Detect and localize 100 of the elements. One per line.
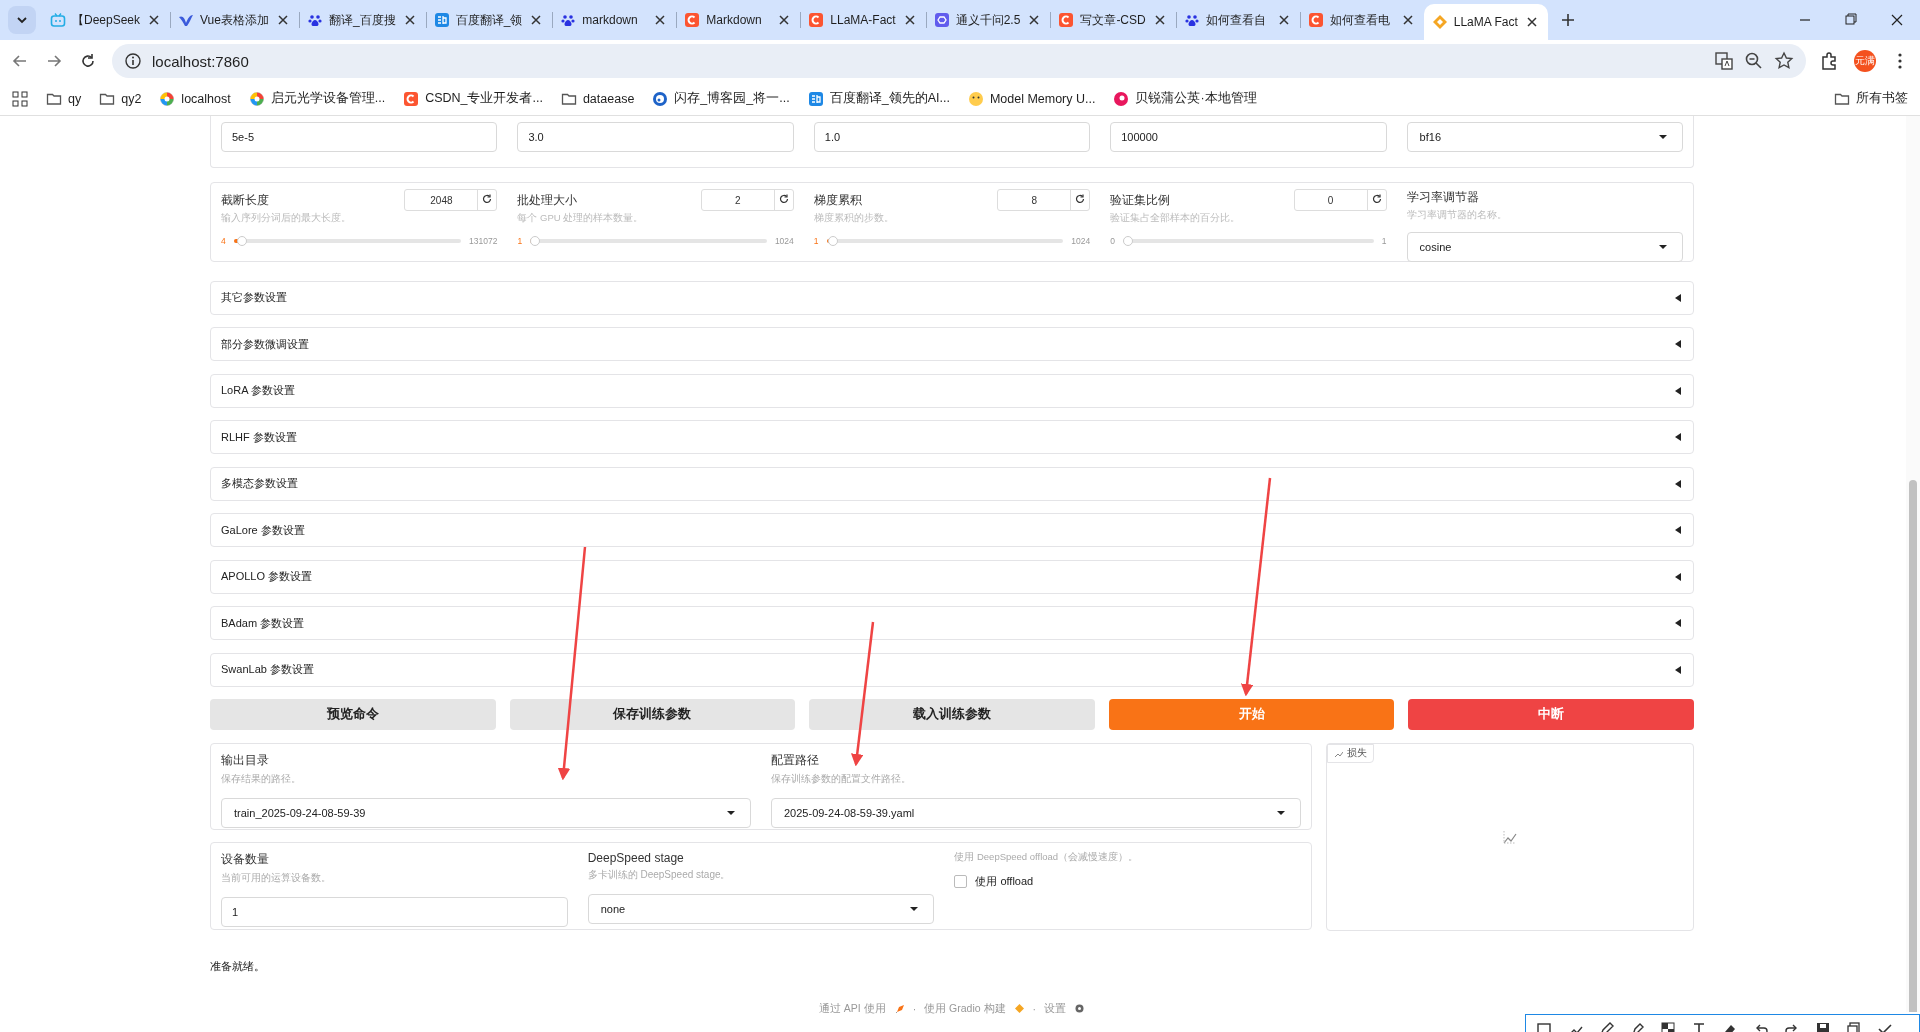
browser-tab[interactable]: 如何查看自 [1175, 4, 1300, 36]
zoom-out-icon[interactable] [1744, 51, 1764, 71]
number-field[interactable]: 0 [1293, 189, 1387, 211]
slider-max: 1024 [774, 236, 794, 246]
action-button[interactable]: 保存训练参数 [509, 698, 796, 730]
bookmark[interactable]: 百度翻译_领先的AI... [807, 90, 950, 107]
accordion-header[interactable]: LoRA 参数设置 [210, 373, 1694, 408]
accordion-title: RLHF 参数设置 [221, 429, 297, 445]
browser-tab[interactable]: 翻译_百度搜 [298, 4, 426, 36]
paw-icon [306, 12, 323, 28]
accordion-header[interactable]: 多模态参数设置 [210, 466, 1694, 501]
action-button[interactable]: 预览命令 [210, 698, 496, 730]
tab-title: Markdown [706, 13, 763, 27]
browser-tab[interactable]: LLaMA Fact [1423, 4, 1548, 40]
dropdown[interactable]: 2025-09-24-08-59-39.yaml [771, 797, 1301, 828]
slider[interactable] [233, 236, 461, 246]
apps-grid-icon[interactable] [12, 90, 28, 107]
field-label: 配置路径 [771, 751, 820, 769]
tv-icon [50, 12, 66, 28]
paw-icon [560, 12, 577, 28]
c-logo-icon [808, 12, 825, 28]
action-button[interactable]: 载入训练参数 [809, 698, 1095, 730]
accordion-header[interactable]: RLHF 参数设置 [210, 420, 1694, 454]
chevron-down-icon[interactable] [8, 6, 36, 34]
browser-tab[interactable]: markdown [552, 4, 677, 36]
field-hint: 当前可用的运算设备数。 [221, 870, 332, 885]
separator-dot: · [1032, 1002, 1037, 1015]
browser-tab[interactable]: 如何查看电 [1299, 4, 1424, 36]
number-field[interactable]: 2048 [404, 189, 498, 211]
diamond-logo-icon [1431, 14, 1448, 30]
accordion-header[interactable]: SwanLab 参数设置 [210, 652, 1694, 687]
bookmark[interactable]: Model Memory U... [967, 90, 1096, 107]
checkbox[interactable]: 使用 offload [954, 873, 1034, 889]
accordion-title: LoRA 参数设置 [221, 383, 295, 398]
slider[interactable] [1122, 236, 1374, 246]
browser-tab[interactable]: 写文章-CSD [1050, 4, 1176, 36]
accordion-header[interactable]: APOLLO 参数设置 [210, 559, 1694, 594]
bookmark[interactable]: 启元光学设备管理... [248, 90, 386, 107]
field-label: 批处理大小 [517, 191, 578, 209]
star-icon[interactable] [1774, 51, 1794, 71]
slider[interactable] [530, 236, 767, 246]
number-field[interactable]: 2 [700, 189, 794, 211]
address-bar[interactable]: localhost:7860 [112, 44, 1806, 78]
bookmark[interactable]: qy [46, 90, 82, 107]
dropdown[interactable]: train_2025-09-24-08-59-39 [221, 797, 751, 828]
bookmark[interactable]: dataease [560, 90, 635, 107]
info-icon [124, 52, 142, 70]
browser-tab[interactable]: Vue表格添加 [170, 4, 299, 36]
input-field[interactable]: 1 [221, 896, 568, 927]
dropdown[interactable]: bf16 [1406, 122, 1683, 152]
slider[interactable] [826, 236, 1064, 246]
field-hint: 学习率调节器的名称。 [1406, 209, 1508, 222]
browser-tab[interactable]: LLaMA-Fact [800, 4, 926, 36]
accordion-title: BAdam 参数设置 [221, 615, 305, 631]
bookmark[interactable]: localhost [159, 90, 231, 107]
bookmark[interactable]: 所有书签 [1834, 90, 1908, 107]
browser-tab[interactable]: 【DeepSeek [42, 4, 171, 36]
hexagon-logo-icon [933, 12, 950, 28]
bookmark[interactable]: CSDN_专业开发者... [403, 90, 543, 107]
number-field[interactable]: 8 [997, 189, 1091, 211]
slider-max: 1024 [1071, 236, 1091, 246]
accordion-header[interactable]: BAdam 参数设置 [210, 606, 1694, 640]
browser-tab[interactable]: 通义千问2.5 [925, 4, 1051, 36]
field-label: 验证集比例 [1110, 191, 1171, 209]
tab-title: Vue表格添加 [200, 11, 269, 29]
tab-title: 百度翻译_领 [455, 11, 523, 29]
field-label: 输出目录 [221, 751, 270, 769]
c-logo-icon [684, 12, 701, 28]
tab-title: markdown [582, 13, 639, 27]
browser-tab[interactable]: Markdown [676, 4, 801, 36]
field-hint: 保存结果的路径。 [221, 771, 302, 786]
bird-icon [178, 12, 195, 28]
field-hint: 梯度累积的步数。 [813, 212, 895, 225]
bookmark[interactable]: 闪存_博客园_将一... [652, 90, 790, 107]
input-field[interactable]: 1.0 [813, 122, 1091, 152]
tab-title: LLaMA Fact [1453, 15, 1518, 29]
scrollbar[interactable] [1906, 116, 1920, 1012]
action-button[interactable]: 中断 [1408, 698, 1694, 730]
slider-min: 1 [517, 236, 523, 246]
translate-icon[interactable] [1714, 51, 1734, 71]
input-field[interactable]: 3.0 [517, 122, 794, 152]
input-field[interactable]: 5e-5 [221, 122, 498, 152]
bookmark[interactable]: 贝锐蒲公英·本地管理 [1113, 90, 1257, 107]
slider-max: 1 [1381, 236, 1387, 246]
field-hint: 保存训练参数的配置文件路径。 [771, 771, 912, 786]
accordion-title: 部分参数微调设置 [221, 336, 309, 352]
accordion-header[interactable]: 部分参数微调设置 [210, 327, 1694, 361]
dropdown[interactable]: none [587, 893, 935, 924]
accordion-header[interactable]: 其它参数设置 [210, 280, 1694, 315]
bookmark[interactable]: qy2 [99, 90, 142, 107]
c-logo-icon [1058, 12, 1075, 28]
accordion-header[interactable]: GaLore 参数设置 [210, 513, 1694, 547]
tab-title: LLaMA-Fact [830, 13, 896, 27]
slider-min: 1 [813, 236, 819, 246]
input-field[interactable]: 100000 [1110, 122, 1387, 152]
browser-tab[interactable]: 百度翻译_领 [425, 4, 553, 36]
dropdown[interactable]: cosine [1406, 232, 1683, 262]
round-logo-icon [1113, 90, 1130, 107]
accordion-title: 其它参数设置 [221, 290, 287, 305]
status-text: 准备就绪。 [210, 958, 266, 974]
